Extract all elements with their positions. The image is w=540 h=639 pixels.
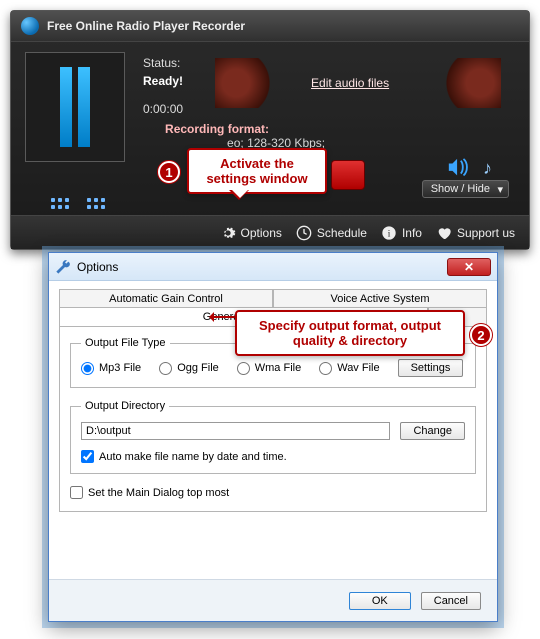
annotation-callout-2: Specify output format, output quality & …: [235, 310, 465, 356]
annotation-callout-2-text: Specify output format, output quality & …: [259, 318, 441, 348]
annotation-badge-2: 2: [470, 324, 492, 346]
recording-format-label: Recording format: eo; 128-320 Kbps;: [165, 122, 515, 150]
tab-vas[interactable]: Voice Active System: [273, 289, 487, 308]
tabs-row-top: Automatic Gain Control Voice Active Syst…: [59, 289, 487, 308]
options-title: Options: [77, 260, 118, 274]
topmost-checkbox[interactable]: Set the Main Dialog top most: [70, 486, 476, 499]
radio-wav-input[interactable]: [319, 362, 332, 375]
ok-button[interactable]: OK: [349, 592, 411, 610]
topmost-label: Set the Main Dialog top most: [88, 487, 229, 499]
options-label: Options: [241, 226, 282, 240]
titlebar[interactable]: Free Online Radio Player Recorder: [11, 11, 529, 42]
change-dir-button[interactable]: Change: [400, 422, 465, 440]
annotation-callout-1-text: Activate the settings window: [206, 156, 307, 186]
output-directory-legend: Output Directory: [81, 400, 169, 412]
level-meter: [25, 52, 125, 162]
heart-icon: [436, 225, 452, 241]
close-icon: ✕: [464, 260, 474, 274]
options-footer: OK Cancel: [49, 579, 497, 621]
preset-dots[interactable]: [51, 198, 105, 209]
close-button[interactable]: ✕: [447, 258, 491, 276]
radio-wav[interactable]: Wav File: [319, 362, 379, 375]
music-note-icon[interactable]: ♪: [483, 158, 499, 176]
elapsed-time: 0:00:00: [143, 102, 183, 116]
output-directory-group: Output Directory Change Auto make file n…: [70, 400, 476, 474]
annotation-badge-1: 1: [158, 161, 180, 183]
svg-text:i: i: [388, 229, 391, 239]
radio-wma[interactable]: Wma File: [237, 362, 301, 375]
schedule-label: Schedule: [317, 226, 367, 240]
auto-filename-label: Auto make file name by date and time.: [99, 451, 287, 463]
auto-filename-input[interactable]: [81, 450, 94, 463]
options-window: Options ✕ Automatic Gain Control Voice A…: [48, 252, 498, 622]
main-app-window: Free Online Radio Player Recorder Status…: [10, 10, 530, 250]
gear-icon: [220, 225, 236, 241]
speaker-left-icon: [215, 58, 285, 108]
annotation-arrow-2: [210, 316, 236, 318]
edit-audio-link[interactable]: Edit audio files: [311, 76, 389, 90]
info-button[interactable]: i Info: [381, 225, 422, 241]
info-icon: i: [381, 225, 397, 241]
sound-icon[interactable]: [447, 158, 469, 176]
radio-mp3-input[interactable]: [81, 362, 94, 375]
radio-mp3[interactable]: Mp3 File: [81, 362, 141, 375]
wrench-icon: [55, 259, 71, 275]
level-bar-left: [60, 67, 72, 147]
radio-ogg-input[interactable]: [159, 362, 172, 375]
app-title: Free Online Radio Player Recorder: [47, 19, 245, 33]
auto-filename-checkbox[interactable]: Auto make file name by date and time.: [81, 450, 465, 463]
support-label: Support us: [457, 226, 515, 240]
tab-agc[interactable]: Automatic Gain Control: [59, 289, 273, 308]
recording-format-heading: Recording format:: [165, 122, 269, 136]
radio-wma-input[interactable]: [237, 362, 250, 375]
file-type-settings-button[interactable]: Settings: [398, 359, 464, 377]
annotation-callout-1: Activate the settings window: [187, 148, 327, 194]
file-type-radios: Mp3 File Ogg File Wma File Wav File Sett…: [81, 359, 465, 377]
right-panel: Edit audio files Recording format: eo; 1…: [201, 52, 515, 162]
options-titlebar[interactable]: Options ✕: [49, 253, 497, 281]
info-label: Info: [402, 226, 422, 240]
options-button[interactable]: Options: [220, 225, 282, 241]
record-button[interactable]: [331, 160, 365, 190]
show-hide-dropdown[interactable]: Show / Hide: [422, 180, 509, 198]
output-path-row: Change: [81, 422, 465, 440]
output-file-type-legend: Output File Type: [81, 337, 170, 349]
schedule-button[interactable]: Schedule: [296, 225, 367, 241]
cancel-button[interactable]: Cancel: [421, 592, 481, 610]
clock-icon: [296, 225, 312, 241]
status-label: Status:: [143, 56, 183, 70]
support-button[interactable]: Support us: [436, 225, 515, 241]
app-logo-icon: [21, 17, 39, 35]
output-path-input[interactable]: [81, 422, 390, 440]
bottom-toolbar: Options Schedule i Info Support us: [11, 215, 529, 249]
radio-ogg[interactable]: Ogg File: [159, 362, 219, 375]
topmost-input[interactable]: [70, 486, 83, 499]
status-value: Ready!: [143, 74, 183, 88]
speaker-right-icon: [431, 58, 501, 108]
level-bar-right: [78, 67, 90, 147]
